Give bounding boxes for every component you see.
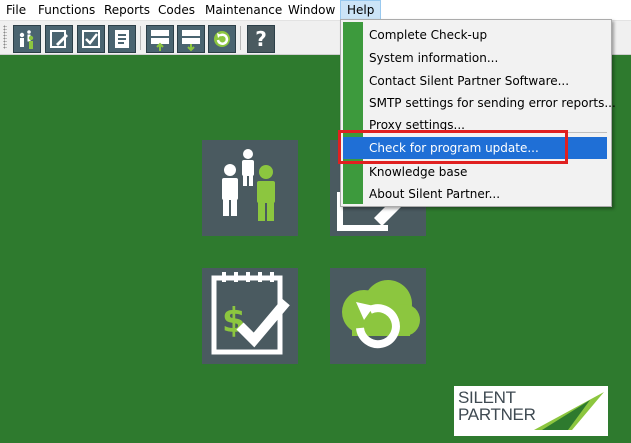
tile-dollar-checklist[interactable]: $ (202, 268, 298, 364)
dollar-checklist-icon: $ (211, 272, 290, 355)
menu-maintenance[interactable]: Maintenance (199, 0, 288, 20)
toolbar-checklist-button[interactable] (77, 25, 105, 53)
checklist-icon (82, 30, 100, 48)
toolbar-separator (240, 26, 241, 50)
menu-codes[interactable]: Codes (152, 0, 201, 20)
menu-reports[interactable]: Reports (98, 0, 156, 20)
annotation-highlight-box (338, 130, 568, 164)
toolbar-grip[interactable] (3, 25, 7, 49)
edit-form-icon (50, 30, 68, 48)
menu-functions[interactable]: Functions (32, 0, 101, 20)
download-server-icon (182, 30, 200, 52)
menu-item-contact[interactable]: Contact Silent Partner Software... (363, 70, 609, 92)
toolbar-download-button[interactable] (177, 25, 205, 53)
tile-people[interactable] (202, 140, 298, 236)
menu-item-knowledge-base[interactable]: Knowledge base (363, 161, 609, 183)
tax-form-icon (115, 30, 129, 48)
silent-partner-logo: SILENT PARTNER (454, 386, 608, 436)
menu-icon-column (343, 22, 363, 204)
toolbar-people-button[interactable] (13, 25, 41, 53)
toolbar-refresh-button[interactable] (208, 25, 236, 53)
menu-item-about[interactable]: About Silent Partner... (363, 183, 609, 205)
menu-bar: File Functions Reports Codes Maintenance… (0, 0, 631, 21)
toolbar-help-button[interactable]: ? (247, 25, 275, 53)
refresh-icon (214, 31, 230, 47)
menu-file[interactable]: File (0, 0, 32, 20)
toolbar-upload-button[interactable] (146, 25, 174, 53)
help-dropdown-menu: Complete Check-up System information... … (340, 19, 616, 207)
menu-item-system-information[interactable]: System information... (363, 47, 609, 69)
logo-line2: PARTNER (458, 405, 536, 424)
help-question-icon: ? (255, 27, 267, 51)
menu-item-complete-checkup[interactable]: Complete Check-up (363, 24, 609, 46)
menu-window[interactable]: Window (282, 0, 341, 20)
tile-cloud-refresh[interactable] (330, 268, 426, 364)
menu-item-smtp-settings[interactable]: SMTP settings for sending error reports.… (363, 92, 616, 114)
logo-text: SILENT PARTNER (458, 389, 536, 423)
toolbar-tax-button[interactable] (108, 25, 136, 53)
toolbar-separator (140, 26, 141, 50)
swoosh-icon (534, 392, 604, 430)
people-icon (222, 149, 275, 221)
toolbar-edit-button[interactable] (45, 25, 73, 53)
cloud-refresh-icon (342, 280, 420, 349)
menu-help[interactable]: Help (340, 0, 382, 20)
upload-server-icon (151, 30, 169, 51)
people-icon (19, 30, 34, 49)
